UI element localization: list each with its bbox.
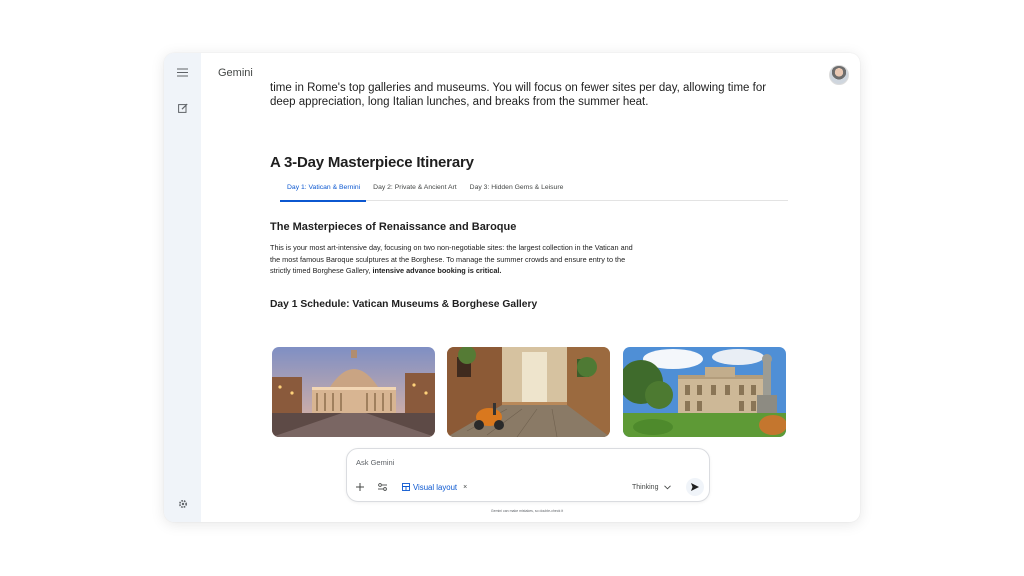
chip-label: Visual layout bbox=[413, 482, 458, 492]
edit-icon[interactable] bbox=[174, 99, 191, 116]
schedule-title: Day 1 Schedule: Vatican Museums & Borghe… bbox=[270, 299, 538, 310]
app-title: Gemini bbox=[218, 67, 253, 79]
villa-borghese-photo[interactable] bbox=[623, 347, 786, 437]
gear-icon[interactable] bbox=[174, 495, 191, 512]
chevron-down-icon bbox=[664, 484, 672, 489]
chip-close-icon[interactable]: × bbox=[463, 484, 467, 491]
intro-text: time in Rome's top galleries and museums… bbox=[270, 82, 767, 108]
tab-day-2[interactable]: Day 2: Private & Ancient Art bbox=[366, 179, 463, 200]
menu-icon[interactable] bbox=[174, 64, 191, 81]
disclaimer-text: Gemini can make mistakes, so double-chec… bbox=[490, 509, 564, 513]
visual-layout-chip[interactable]: Visual layout × bbox=[402, 479, 467, 495]
tools-icon[interactable] bbox=[378, 479, 387, 495]
prompt-composer: Ask Gemini Visual layout × Thinking bbox=[346, 448, 710, 502]
day-tabs: Day 1: Vatican & Bernini Day 2: Private … bbox=[280, 179, 788, 202]
itinerary-title: A 3-Day Masterpiece Itinerary bbox=[270, 154, 474, 171]
layout-icon bbox=[402, 483, 410, 491]
rome-alley-scooter-photo[interactable] bbox=[447, 347, 610, 437]
st-peters-basilica-photo[interactable] bbox=[272, 347, 435, 437]
section-title: The Masterpieces of Renaissance and Baro… bbox=[270, 221, 517, 233]
mode-label: Thinking bbox=[632, 483, 659, 491]
app-window: Gemini time in Rome's top galleries and … bbox=[164, 53, 860, 522]
send-icon bbox=[691, 483, 699, 491]
prompt-input[interactable]: Ask Gemini bbox=[356, 458, 394, 467]
paragraph-emphasis: intensive advance booking is critical. bbox=[372, 266, 502, 276]
tab-day-1[interactable]: Day 1: Vatican & Bernini bbox=[280, 179, 367, 202]
image-gallery bbox=[272, 347, 790, 437]
tab-day-3[interactable]: Day 3: Hidden Gems & Leisure bbox=[463, 179, 570, 200]
avatar[interactable] bbox=[829, 65, 849, 85]
mode-selector[interactable]: Thinking bbox=[632, 479, 672, 495]
section-paragraph: This is your most art-intensive day, foc… bbox=[270, 242, 642, 277]
add-icon[interactable] bbox=[356, 479, 364, 495]
sidebar-rail bbox=[164, 53, 201, 522]
send-button[interactable] bbox=[686, 478, 704, 496]
